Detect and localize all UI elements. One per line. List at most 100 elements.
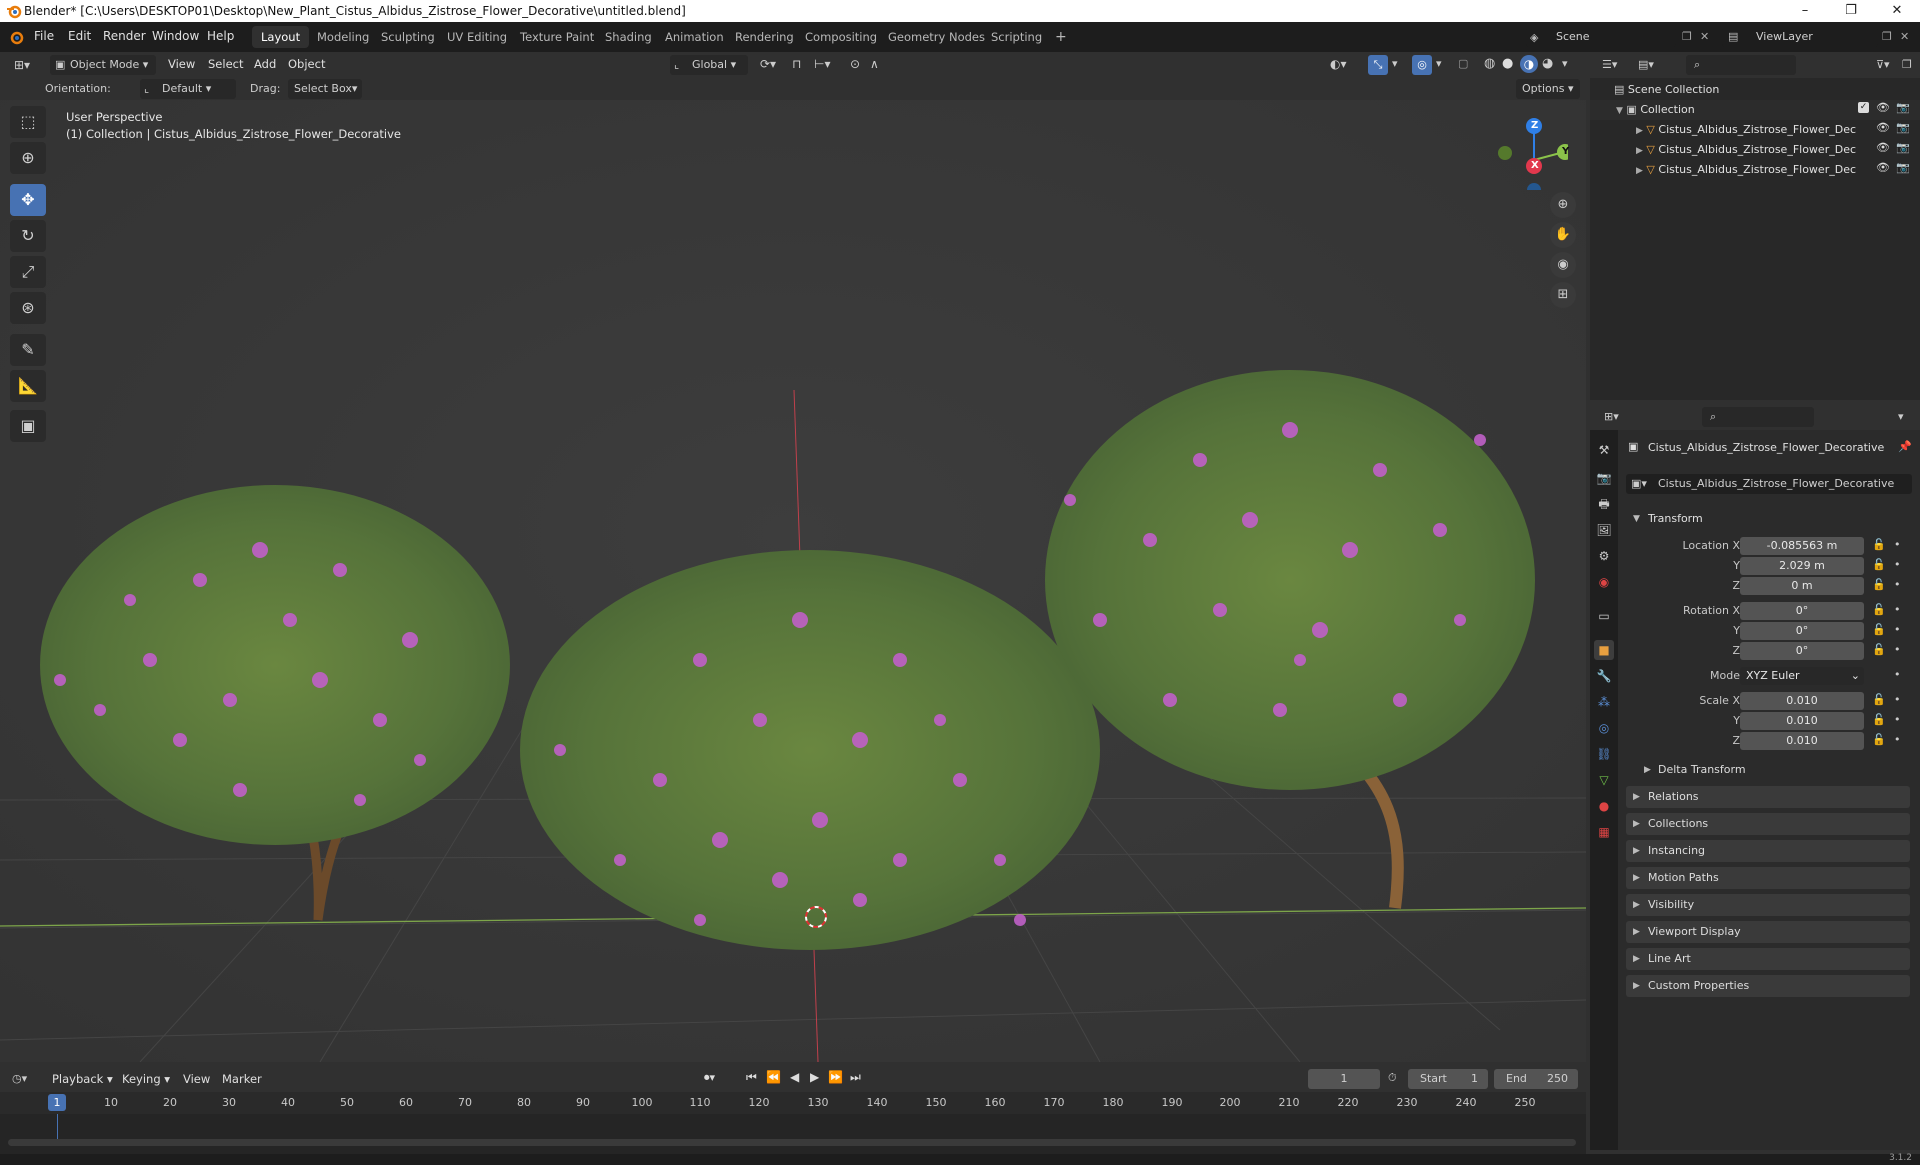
measure-tool-icon[interactable]: 📐 xyxy=(10,370,46,402)
shading-dropdown-icon[interactable]: ▾ xyxy=(1562,57,1568,70)
menu-edit[interactable]: Edit xyxy=(68,29,91,43)
tab-geometry-nodes[interactable]: Geometry Nodes xyxy=(879,26,994,48)
object-visibility-icon[interactable]: 👁 xyxy=(1876,141,1890,154)
pivot-point-icon[interactable]: ⟳▾ xyxy=(760,57,776,71)
collection-render-icon[interactable]: 📷 xyxy=(1896,101,1910,114)
remove-scene-icon[interactable]: ✕ xyxy=(1700,30,1709,43)
add-workspace-button[interactable]: + xyxy=(1046,26,1076,48)
tab-sculpting[interactable]: Sculpting xyxy=(372,26,444,48)
expand-object-icon[interactable]: ▶ xyxy=(1636,166,1643,176)
world-tab-icon[interactable]: ◉ xyxy=(1594,572,1614,592)
timeline-menu-keying[interactable]: Keying ▾ xyxy=(122,1072,170,1086)
tab-texture-paint[interactable]: Texture Paint xyxy=(511,26,603,48)
material-tab-icon[interactable]: ● xyxy=(1594,796,1614,816)
properties-options-icon[interactable]: ▾ xyxy=(1898,410,1904,423)
overlay-dropdown-icon[interactable]: ▾ xyxy=(1436,57,1442,70)
expand-object-icon[interactable]: ▶ xyxy=(1636,146,1643,156)
keyframe-dot-icon[interactable]: • xyxy=(1894,623,1901,636)
timeline-menu-playback[interactable]: Playback ▾ xyxy=(52,1072,113,1086)
panel-motion-paths[interactable]: ▶ Motion Paths xyxy=(1626,867,1910,889)
display-mode-icon[interactable]: ▤▾ xyxy=(1638,58,1654,71)
scene-tab-icon[interactable]: ⚙ xyxy=(1594,546,1614,566)
view-layer-selector[interactable]: ViewLayer xyxy=(1722,27,1878,47)
outliner-object[interactable]: ▶ ▽ Cistus_Albidus_Zistrose_Flower_Dec xyxy=(1590,160,1920,180)
viewport-menu-select[interactable]: Select xyxy=(208,57,243,71)
object-visibility-icon[interactable]: 👁 xyxy=(1876,161,1890,174)
gizmo-dropdown-icon[interactable]: ▾ xyxy=(1392,57,1398,70)
keyframe-dot-icon[interactable]: • xyxy=(1894,538,1901,551)
next-keyframe-icon[interactable]: ⏩ xyxy=(828,1070,843,1084)
proportional-falloff-icon[interactable]: ∧ xyxy=(870,57,879,71)
rotation-x-field[interactable]: 0° xyxy=(1740,602,1864,620)
tab-compositing[interactable]: Compositing xyxy=(796,26,886,48)
add-cube-tool-icon[interactable]: ▣ xyxy=(10,410,46,442)
minimize-button[interactable]: – xyxy=(1782,0,1828,22)
object-render-icon[interactable]: 📷 xyxy=(1896,141,1910,154)
scale-tool-icon[interactable]: ⤢ xyxy=(10,256,46,288)
shading-wireframe-icon[interactable]: ◍ xyxy=(1484,56,1495,71)
filter-icon[interactable]: ⊽▾ xyxy=(1876,58,1890,71)
timeline-editor-icon[interactable]: ◷▾ xyxy=(12,1072,27,1085)
plant-middle[interactable] xyxy=(520,550,1100,950)
location-x-field[interactable]: -0.085563 m xyxy=(1740,537,1864,555)
physics-tab-icon[interactable]: ◎ xyxy=(1594,718,1614,738)
rotation-mode-select[interactable]: XYZ Euler ⌄ xyxy=(1740,667,1864,685)
keyframe-dot-icon[interactable]: • xyxy=(1894,693,1901,706)
delta-transform-subpanel[interactable]: ▶ Delta Transform xyxy=(1640,760,1746,780)
location-y-field[interactable]: 2.029 m xyxy=(1740,557,1864,575)
keyframe-dot-icon[interactable]: • xyxy=(1894,668,1901,681)
new-collection-icon[interactable]: ❐ xyxy=(1902,58,1912,71)
keyframe-dot-icon[interactable]: • xyxy=(1894,733,1901,746)
keyframe-dot-icon[interactable]: • xyxy=(1894,578,1901,591)
pin-icon[interactable]: 📌 xyxy=(1898,440,1912,453)
lock-icon[interactable]: 🔓 xyxy=(1872,693,1886,706)
scale-z-field[interactable]: 0.010 xyxy=(1740,732,1864,750)
tool-tab-icon[interactable]: ⚒ xyxy=(1594,440,1614,460)
gizmo-toggle-icon[interactable]: ⤡ xyxy=(1368,55,1388,75)
stopwatch-icon[interactable]: ⏱ xyxy=(1388,1071,1397,1085)
tab-uv-editing[interactable]: UV Editing xyxy=(438,26,516,48)
rotate-tool-icon[interactable]: ↻ xyxy=(10,220,46,252)
timeline-area[interactable]: 1 10 20 30 40 50 60 70 80 90 100 110 120… xyxy=(0,1092,1586,1154)
end-frame-field[interactable]: End 250 xyxy=(1494,1069,1578,1089)
jump-start-icon[interactable]: ⏮ xyxy=(746,1070,757,1085)
new-scene-icon[interactable]: ❐ xyxy=(1682,30,1692,43)
current-frame-field[interactable]: 1 xyxy=(1308,1069,1380,1089)
visibility-filter-icon[interactable]: ◐▾ xyxy=(1330,57,1347,71)
scene-selector[interactable]: Scene xyxy=(1526,27,1676,47)
keyframe-dot-icon[interactable]: • xyxy=(1894,558,1901,571)
cursor-tool-icon[interactable]: ⊕ xyxy=(10,142,46,174)
lock-icon[interactable]: 🔓 xyxy=(1872,558,1886,571)
viewport-menu-object[interactable]: Object xyxy=(288,57,325,71)
rotation-z-field[interactable]: 0° xyxy=(1740,642,1864,660)
editor-type-icon[interactable]: ⊞▾ xyxy=(14,58,30,72)
tab-modeling[interactable]: Modeling xyxy=(308,26,378,48)
collection-tab-icon[interactable]: ▭ xyxy=(1594,606,1614,626)
properties-search[interactable]: ⌕ xyxy=(1702,407,1814,427)
outliner-scene-collection[interactable]: ▤ Scene Collection xyxy=(1590,80,1920,100)
transform-tool-icon[interactable]: ⊛ xyxy=(10,292,46,324)
close-button[interactable]: ✕ xyxy=(1874,0,1920,22)
expand-object-icon[interactable]: ▶ xyxy=(1636,126,1643,136)
timeline-menu-marker[interactable]: Marker xyxy=(222,1072,262,1086)
panel-visibility[interactable]: ▶ Visibility xyxy=(1626,894,1910,916)
scale-y-field[interactable]: 0.010 xyxy=(1740,712,1864,730)
outliner-collection[interactable]: ▼ ▣ Collection xyxy=(1590,100,1920,120)
pan-hand-icon[interactable]: ✋ xyxy=(1550,222,1576,248)
panel-custom-properties[interactable]: ▶ Custom Properties xyxy=(1626,975,1910,997)
render-tab-icon[interactable]: 📷 xyxy=(1594,468,1614,488)
texture-tab-icon[interactable]: ▦ xyxy=(1594,822,1614,842)
snap-target-icon[interactable]: ⊢▾ xyxy=(814,57,830,71)
object-datablock-icon[interactable]: ▣▾ xyxy=(1631,477,1647,490)
snap-icon[interactable]: ⊓ xyxy=(792,57,801,71)
expand-collection-icon[interactable]: ▼ xyxy=(1616,106,1623,116)
lock-icon[interactable]: 🔓 xyxy=(1872,623,1886,636)
proportional-editing-icon[interactable]: ⊙ xyxy=(850,57,860,71)
scale-x-field[interactable]: 0.010 xyxy=(1740,692,1864,710)
object-tab-icon[interactable]: ■ xyxy=(1594,640,1614,660)
panel-viewport-display[interactable]: ▶ Viewport Display xyxy=(1626,921,1910,943)
view-layer-tab-icon[interactable]: 🖼 xyxy=(1594,520,1614,540)
keyframe-dot-icon[interactable]: • xyxy=(1894,713,1901,726)
lock-icon[interactable]: 🔓 xyxy=(1872,713,1886,726)
lock-icon[interactable]: 🔓 xyxy=(1872,603,1886,616)
